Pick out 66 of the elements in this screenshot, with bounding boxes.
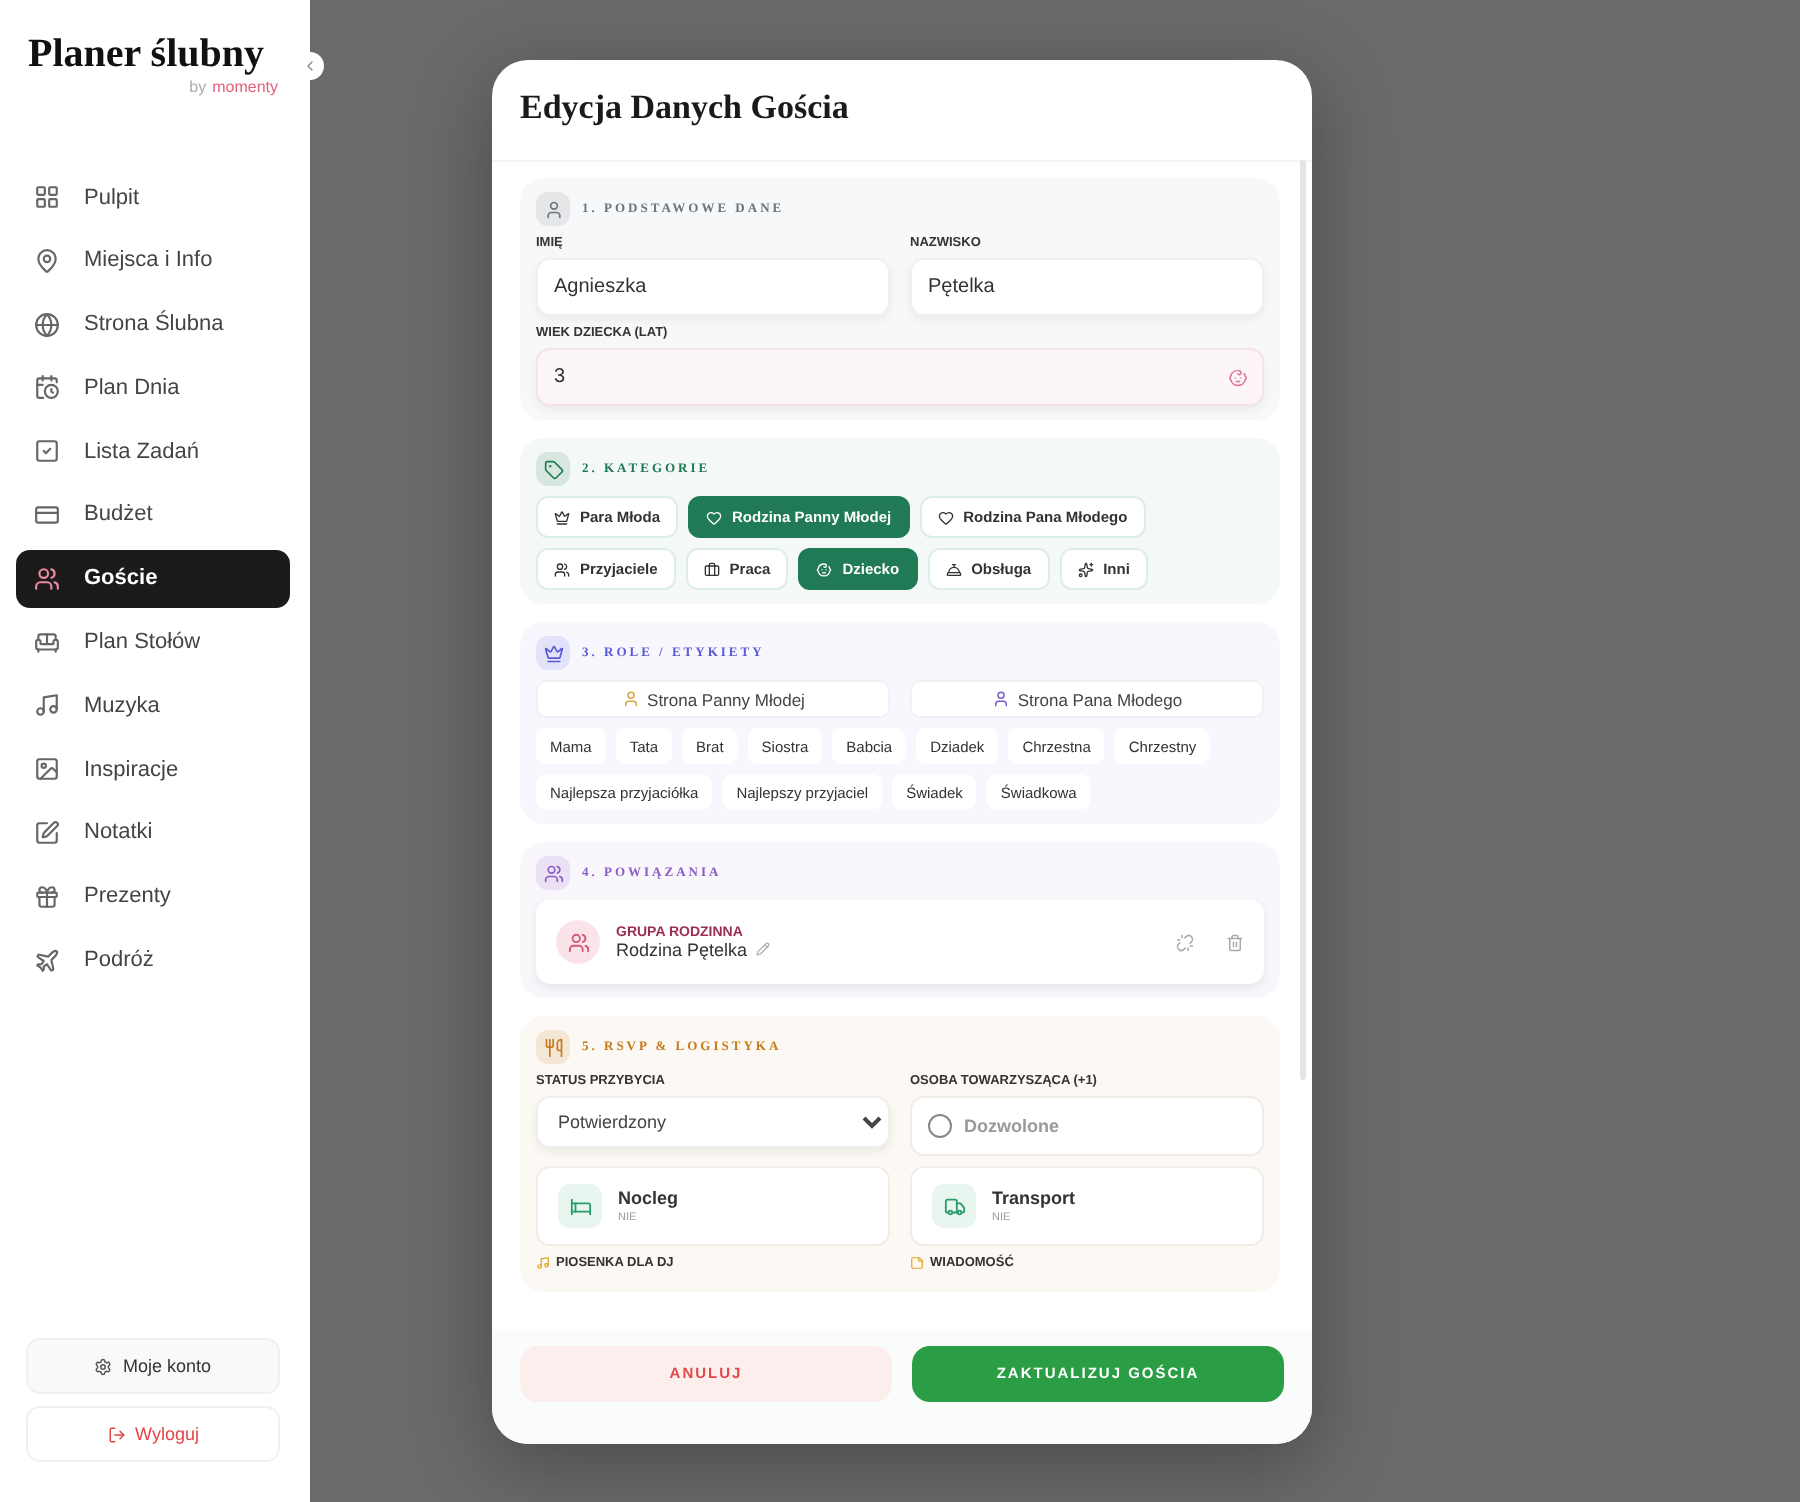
dialog-title: Edycja Danych Gościa bbox=[518, 86, 851, 130]
text-field[interactable]: Agnieszka bbox=[536, 258, 890, 316]
users-icon bbox=[543, 863, 563, 883]
users-icon bbox=[34, 565, 60, 592]
image-icon bbox=[34, 756, 60, 783]
crown-icon bbox=[543, 643, 563, 663]
text-field[interactable]: Pętelka bbox=[910, 258, 1264, 316]
nav-item[interactable]: Podróż bbox=[16, 931, 290, 990]
briefcase-icon bbox=[703, 561, 720, 577]
person-icon bbox=[621, 690, 640, 708]
nav-item[interactable]: Miejsca i Info bbox=[16, 231, 290, 290]
logout-icon bbox=[107, 1425, 126, 1443]
heart-icon bbox=[706, 509, 723, 525]
unlink-button[interactable] bbox=[1176, 933, 1194, 951]
nav-item[interactable]: Notatki bbox=[16, 803, 290, 862]
plane-icon bbox=[34, 947, 60, 974]
truck-icon bbox=[943, 1195, 965, 1217]
account-button[interactable]: Moje konto bbox=[26, 1338, 280, 1394]
baby-icon bbox=[1228, 368, 1248, 388]
heart-icon bbox=[937, 509, 954, 525]
crown-icon bbox=[554, 509, 570, 525]
status-select[interactable]: Potwierdzony bbox=[536, 1096, 890, 1148]
pencil-icon[interactable] bbox=[755, 942, 770, 956]
person-icon bbox=[991, 690, 1010, 708]
gift-icon bbox=[34, 883, 60, 910]
age-field[interactable]: 3 bbox=[536, 348, 1264, 406]
card-icon bbox=[34, 501, 60, 528]
side-button[interactable]: Strona Panny Młodej bbox=[536, 680, 890, 718]
nav-item[interactable]: Inspiracje bbox=[16, 740, 290, 799]
globe-icon bbox=[34, 311, 60, 338]
utensils-icon bbox=[543, 1037, 563, 1057]
users-icon bbox=[554, 561, 570, 577]
delete-button[interactable] bbox=[1226, 933, 1244, 951]
tag-icon bbox=[543, 459, 563, 479]
logout-button[interactable]: Wyloguj bbox=[26, 1406, 280, 1462]
nav-item[interactable]: Prezenty bbox=[16, 867, 290, 926]
nav-item[interactable]: Goście bbox=[16, 549, 290, 608]
music-note-icon bbox=[34, 692, 60, 719]
note-icon bbox=[34, 819, 60, 846]
calendar-icon bbox=[34, 374, 60, 401]
nav-item[interactable]: Budżet bbox=[16, 485, 290, 544]
nav-item[interactable]: Plan Stołów bbox=[16, 613, 290, 672]
nav-item[interactable]: Pulpit bbox=[16, 168, 290, 226]
group-name: Rodzina Pętelka bbox=[616, 939, 748, 959]
settings-icon bbox=[94, 1357, 113, 1375]
radio-circle[interactable] bbox=[928, 1114, 952, 1138]
sofa-icon bbox=[34, 629, 60, 656]
brand-byline: by momenty bbox=[189, 78, 278, 96]
side-button[interactable]: Strona Pana Młodego bbox=[910, 680, 1264, 718]
note-icon bbox=[910, 1256, 924, 1270]
nav-item[interactable]: Plan Dnia bbox=[16, 358, 290, 417]
baby-icon bbox=[816, 561, 833, 577]
user-icon bbox=[543, 199, 563, 219]
grid-icon bbox=[34, 184, 60, 210]
bell-icon bbox=[945, 561, 962, 577]
nav-item[interactable]: Strona Ślubna bbox=[16, 295, 290, 354]
users-icon bbox=[567, 931, 589, 953]
chevron-left-icon bbox=[302, 58, 318, 74]
map-pin-icon bbox=[34, 247, 60, 274]
app-title: Planer ślubny bbox=[28, 32, 266, 78]
music-note-icon bbox=[536, 1256, 550, 1270]
bed-icon bbox=[569, 1195, 591, 1217]
nav-item[interactable]: Lista Zadań bbox=[16, 422, 290, 481]
checkbox-icon bbox=[34, 438, 60, 465]
sparkles-icon bbox=[1077, 561, 1094, 577]
nav-item[interactable]: Muzyka bbox=[16, 676, 290, 735]
